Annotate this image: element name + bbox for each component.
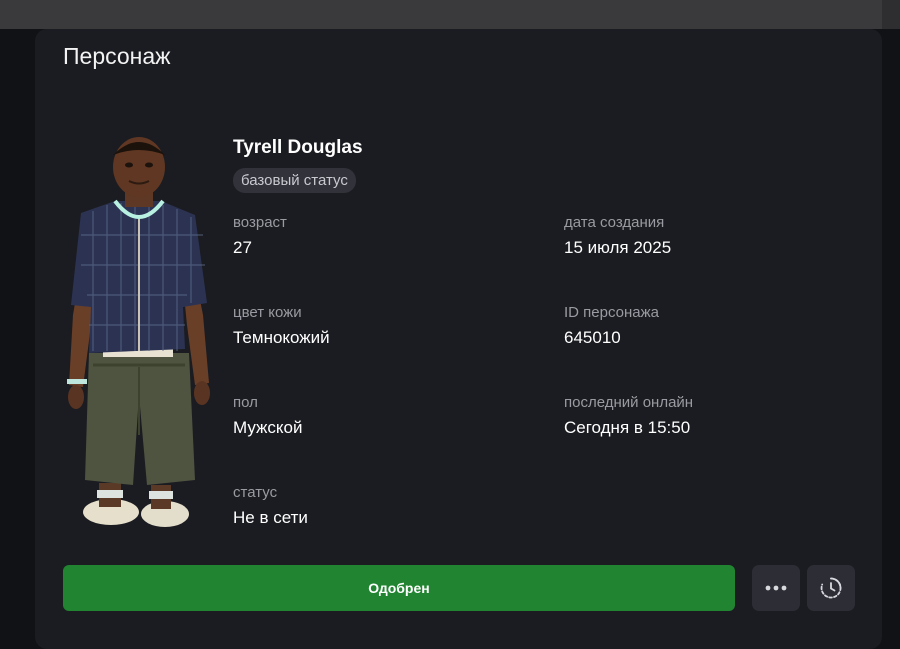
history-button[interactable]: [807, 565, 855, 611]
online-status-label: статус: [233, 484, 278, 501]
approved-button[interactable]: Одобрен: [63, 565, 735, 611]
character-id-value: 645010: [564, 328, 621, 347]
status-badge: базовый статус: [233, 168, 356, 193]
last-online-value: Сегодня в 15:50: [564, 418, 691, 437]
age-label: возраст: [233, 214, 287, 231]
character-id-label: ID персонажа: [564, 304, 659, 321]
more-horizontal-icon: [765, 585, 787, 591]
more-options-button[interactable]: [752, 565, 800, 611]
character-card: Персонаж Tyrell Douglas базовый статус в…: [35, 29, 882, 649]
gender-label: пол: [233, 394, 258, 411]
online-status-value: Не в сети: [233, 508, 308, 527]
card-title: Персонаж: [63, 43, 171, 69]
creation-date-value: 15 июля 2025: [564, 238, 672, 257]
skin-color-value: Темнокожий: [233, 328, 330, 347]
top-bar: [0, 0, 900, 29]
creation-date-label: дата создания: [564, 214, 665, 231]
history-clock-icon: [820, 577, 842, 599]
age-value: 27: [233, 238, 252, 257]
top-bar-edge: [882, 0, 900, 29]
skin-color-label: цвет кожи: [233, 304, 302, 321]
gender-value: Мужской: [233, 418, 303, 437]
character-avatar: [67, 137, 210, 527]
character-name: Tyrell Douglas: [233, 137, 363, 158]
last-online-label: последний онлайн: [564, 394, 694, 411]
